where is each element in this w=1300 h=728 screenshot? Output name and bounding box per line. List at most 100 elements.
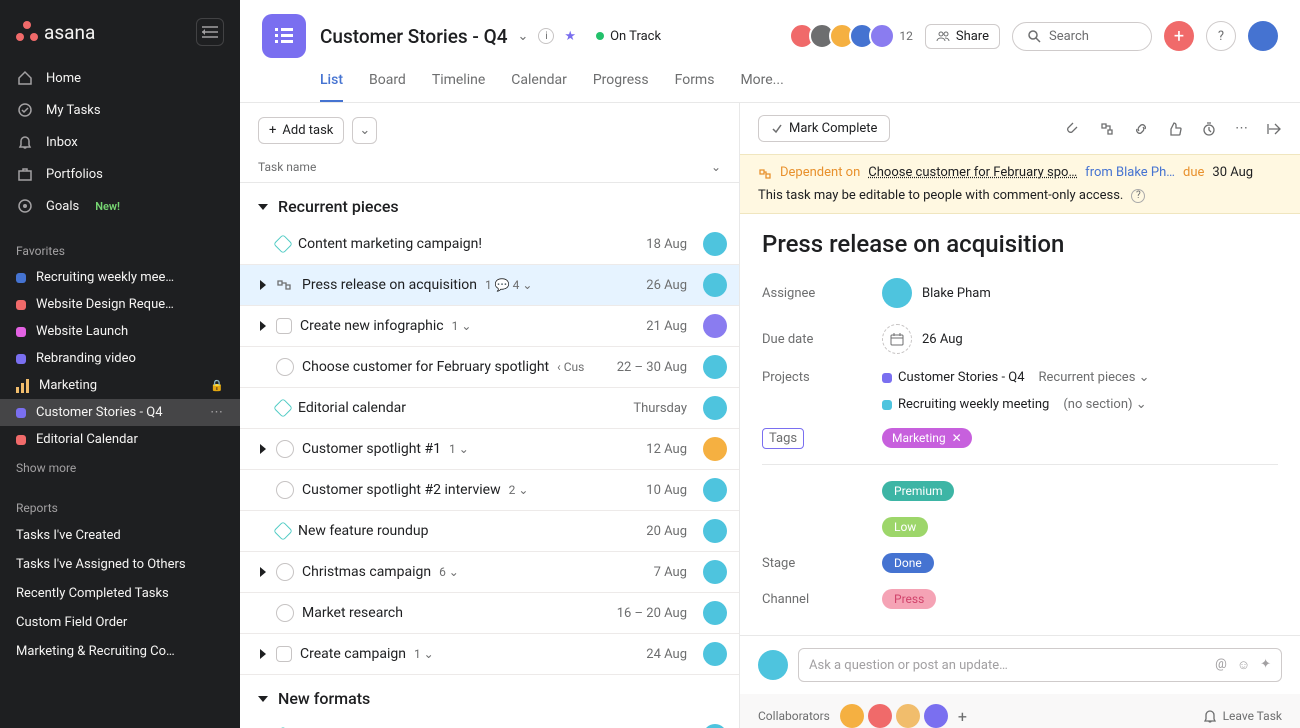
leave-task-button[interactable]: Leave Task bbox=[1203, 709, 1282, 723]
collaborator-avatar[interactable] bbox=[924, 704, 948, 728]
task-row[interactable]: PDF Proofing 1 ⌄6 Aug bbox=[240, 716, 739, 728]
add-task-dropdown[interactable]: ⌄ bbox=[352, 117, 377, 144]
favorite-item[interactable]: Website Launch bbox=[0, 318, 240, 345]
custom-field-value[interactable]: Low bbox=[882, 517, 928, 537]
brand-logo[interactable]: asana bbox=[16, 21, 95, 44]
banner-dep-owner[interactable]: from Blake Ph… bbox=[1085, 165, 1175, 180]
nav-goals[interactable]: GoalsNew! bbox=[0, 190, 240, 222]
task-row[interactable]: Choose customer for February spotlight ‹… bbox=[240, 347, 739, 388]
banner-dep-task-link[interactable]: Choose customer for February spo… bbox=[868, 165, 1077, 180]
help-icon[interactable]: ? bbox=[1131, 189, 1145, 203]
collaborator-avatar[interactable] bbox=[896, 704, 920, 728]
expand-icon[interactable] bbox=[258, 321, 268, 331]
share-button[interactable]: Share bbox=[925, 24, 1000, 49]
task-row[interactable]: Christmas campaign 6 ⌄7 Aug bbox=[240, 552, 739, 593]
task-row[interactable]: Customer spotlight #2 interview 2 ⌄10 Au… bbox=[240, 470, 739, 511]
search-input[interactable]: Search bbox=[1012, 22, 1152, 51]
expand-icon[interactable] bbox=[258, 444, 268, 454]
milestone-icon[interactable] bbox=[273, 521, 293, 541]
check-circle-icon[interactable] bbox=[276, 604, 294, 622]
info-icon[interactable]: i bbox=[538, 28, 554, 44]
project-chip-row[interactable]: Recruiting weekly meeting(no section) ⌄ bbox=[882, 397, 1147, 412]
mark-complete-button[interactable]: Mark Complete bbox=[758, 115, 890, 142]
emoji-icon[interactable]: ☺ bbox=[1237, 657, 1250, 673]
task-row[interactable]: Create new infographic 1 ⌄21 Aug bbox=[240, 306, 739, 347]
task-row[interactable]: Editorial calendarThursday bbox=[240, 388, 739, 429]
milestone-icon[interactable] bbox=[273, 234, 293, 254]
link-icon[interactable] bbox=[1133, 121, 1149, 137]
timer-icon[interactable] bbox=[1201, 121, 1217, 137]
report-item[interactable]: Tasks I've Created bbox=[0, 521, 240, 550]
project-section[interactable]: (no section) ⌄ bbox=[1063, 397, 1146, 412]
check-circle-icon[interactable] bbox=[276, 358, 294, 376]
favorite-item[interactable]: Marketing🔒 bbox=[0, 372, 240, 399]
collapse-sidebar-button[interactable] bbox=[196, 18, 224, 46]
task-row[interactable]: New feature roundup20 Aug bbox=[240, 511, 739, 552]
favorite-item[interactable]: Rebranding video bbox=[0, 345, 240, 372]
show-more-link[interactable]: Show more bbox=[0, 453, 240, 483]
check-circle-icon[interactable] bbox=[276, 440, 294, 458]
custom-field-value[interactable]: Press bbox=[882, 589, 936, 609]
help-button[interactable]: ? bbox=[1206, 21, 1236, 51]
collaborator-avatars[interactable] bbox=[840, 704, 948, 728]
assignee-avatar[interactable] bbox=[703, 724, 727, 728]
chevron-down-icon[interactable]: ⌄ bbox=[518, 29, 529, 44]
favorite-item[interactable]: Recruiting weekly mee… bbox=[0, 264, 240, 291]
collapse-section-icon[interactable] bbox=[258, 696, 268, 702]
nav-my-tasks[interactable]: My Tasks bbox=[0, 94, 240, 126]
more-icon[interactable]: ⋯ bbox=[210, 405, 224, 420]
assignee-value[interactable]: Blake Pham bbox=[882, 278, 991, 308]
nav-portfolios[interactable]: Portfolios bbox=[0, 158, 240, 190]
project-chip-row[interactable]: Customer Stories - Q4Recurrent pieces ⌄ bbox=[882, 370, 1150, 385]
collapse-section-icon[interactable] bbox=[258, 204, 268, 210]
dependency-icon[interactable] bbox=[276, 277, 294, 293]
task-row[interactable]: Create campaign 1 ⌄24 Aug bbox=[240, 634, 739, 675]
tags-value[interactable]: Marketing ✕ bbox=[882, 428, 972, 448]
like-icon[interactable] bbox=[1167, 121, 1183, 137]
task-row[interactable]: Market research16 – 20 Aug bbox=[240, 593, 739, 634]
expand-icon[interactable] bbox=[258, 280, 268, 290]
custom-field-value[interactable]: Premium bbox=[882, 481, 954, 501]
assignee-avatar[interactable] bbox=[703, 355, 727, 379]
report-item[interactable]: Custom Field Order bbox=[0, 608, 240, 637]
subtask-icon[interactable] bbox=[1099, 121, 1115, 137]
assignee-avatar[interactable] bbox=[703, 314, 727, 338]
tab-forms[interactable]: Forms bbox=[675, 64, 715, 102]
assignee-avatar[interactable] bbox=[703, 601, 727, 625]
milestone-icon[interactable] bbox=[273, 398, 293, 418]
check-circle-icon[interactable] bbox=[276, 481, 294, 499]
project-section[interactable]: Recurrent pieces ⌄ bbox=[1039, 370, 1150, 385]
tab-calendar[interactable]: Calendar bbox=[511, 64, 567, 102]
task-title[interactable]: Press release on acquisition bbox=[762, 230, 1278, 258]
project-title[interactable]: Customer Stories - Q4 bbox=[320, 25, 508, 48]
project-icon[interactable] bbox=[262, 14, 306, 58]
assignee-avatar[interactable] bbox=[703, 232, 727, 256]
tab-list[interactable]: List bbox=[320, 64, 343, 102]
nav-home[interactable]: Home bbox=[0, 62, 240, 94]
assignee-avatar[interactable] bbox=[703, 396, 727, 420]
task-row[interactable]: Press release on acquisition 1 💬 4 ⌄26 A… bbox=[240, 265, 739, 306]
collaborator-avatar[interactable] bbox=[868, 704, 892, 728]
attachment-icon[interactable] bbox=[1065, 121, 1081, 137]
report-item[interactable]: Marketing & Recruiting Co… bbox=[0, 637, 240, 666]
tab-progress[interactable]: Progress bbox=[593, 64, 649, 102]
member-avatars[interactable]: 12 bbox=[795, 23, 913, 49]
comment-input[interactable]: Ask a question or post an update… @ ☺ ✦ bbox=[798, 648, 1282, 682]
assignee-avatar[interactable] bbox=[703, 478, 727, 502]
tab-more[interactable]: More... bbox=[740, 64, 783, 102]
tag-marketing[interactable]: Marketing ✕ bbox=[882, 428, 972, 448]
assignee-avatar[interactable] bbox=[703, 560, 727, 584]
task-row[interactable]: Content marketing campaign!18 Aug bbox=[240, 224, 739, 265]
section-header[interactable]: Recurrent pieces bbox=[240, 183, 739, 224]
more-icon[interactable]: ⋯ bbox=[1235, 121, 1248, 137]
assignee-avatar[interactable] bbox=[703, 273, 727, 297]
custom-field-value[interactable]: Done bbox=[882, 553, 934, 573]
chevron-down-icon[interactable]: ⌄ bbox=[711, 160, 721, 174]
remove-tag-icon[interactable]: ✕ bbox=[952, 431, 962, 445]
section-header[interactable]: New formats bbox=[240, 675, 739, 716]
tab-board[interactable]: Board bbox=[369, 64, 406, 102]
collaborator-avatar[interactable] bbox=[840, 704, 864, 728]
tab-timeline[interactable]: Timeline bbox=[432, 64, 485, 102]
expand-icon[interactable] bbox=[258, 649, 268, 659]
add-task-button[interactable]: + Add task bbox=[258, 117, 344, 144]
